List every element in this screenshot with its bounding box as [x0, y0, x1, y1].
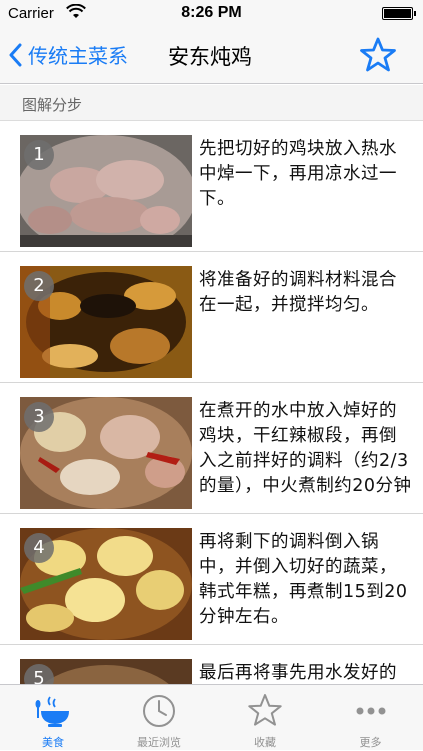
chevron-left-icon	[9, 43, 22, 66]
tab-label: 更多	[359, 736, 382, 749]
step-photo: 4	[20, 528, 192, 640]
tab-bar: 美食 最近浏览 收藏 更多	[0, 684, 423, 750]
step-row[interactable]: 2 将准备好的调料材料混合在一起，并搅拌均匀。	[0, 252, 423, 383]
star-icon	[247, 693, 283, 729]
step-number-badge: 3	[24, 402, 54, 432]
step-description: 将准备好的调料材料混合在一起，并搅拌均匀。	[199, 270, 397, 315]
step-photo: 2	[20, 266, 192, 378]
back-button-label: 传统主菜系	[28, 44, 128, 68]
step-description: 先把切好的鸡块放入热水中焯一下，再用凉水过一下。	[199, 139, 397, 209]
bowl-icon	[35, 693, 71, 729]
step-row[interactable]: 1 先把切好的鸡块放入热水中焯一下，再用凉水过一下。	[0, 121, 423, 252]
step-row[interactable]: 5 最后再将事先用水发好的粉条放入锅中。	[0, 645, 423, 684]
step-number-badge: 2	[24, 271, 54, 301]
tab-label: 收藏	[254, 736, 276, 749]
step-photo: 1	[20, 135, 192, 247]
tab-label: 美食	[42, 736, 64, 749]
step-number-badge: 1	[24, 140, 54, 170]
more-icon	[353, 693, 389, 729]
step-number-badge: 4	[24, 533, 54, 563]
step-description: 最后再将事先用水发好的粉条放入锅中。	[199, 663, 397, 683]
star-icon	[360, 37, 396, 72]
tab-favorites[interactable]: 收藏	[212, 685, 318, 751]
tab-label: 最近浏览	[137, 736, 181, 749]
step-row[interactable]: 3 在煮开的水中放入焯好的鸡块，干红辣椒段，再倒入之前拌好的调料（约2/3的量）…	[0, 383, 423, 514]
section-header: 图解分步	[0, 85, 423, 121]
step-row[interactable]: 4 再将剩下的调料倒入锅中，并倒入切好的蔬菜，韩式年糕，再煮制15到20分钟左右…	[0, 514, 423, 645]
tab-more[interactable]: 更多	[318, 685, 423, 751]
tab-recent[interactable]: 最近浏览	[106, 685, 212, 751]
step-description: 再将剩下的调料倒入锅中，并倒入切好的蔬菜，韩式年糕，再煮制15到20分钟左右。	[199, 532, 408, 627]
clock-time: 8:26 PM	[181, 4, 242, 21]
steps-list[interactable]: 1 先把切好的鸡块放入热水中焯一下，再用凉水过一下。 2 将准备好的调料材料混合…	[0, 121, 423, 684]
clock-icon	[141, 693, 177, 729]
back-button[interactable]: 传统主菜系	[8, 40, 128, 69]
step-description: 在煮开的水中放入焯好的鸡块，干红辣椒段，再倒入之前拌好的调料（约2/3的量），中…	[199, 401, 412, 496]
status-bar: Carrier 8:26 PM	[0, 0, 423, 26]
tab-food[interactable]: 美食	[0, 685, 106, 751]
favorite-button[interactable]	[359, 37, 397, 77]
navigation-bar: 传统主菜系 安东炖鸡	[0, 26, 423, 84]
page-title: 安东炖鸡	[168, 45, 252, 69]
battery-icon	[382, 7, 416, 20]
step-photo: 5	[20, 659, 192, 684]
step-photo: 3	[20, 397, 192, 509]
